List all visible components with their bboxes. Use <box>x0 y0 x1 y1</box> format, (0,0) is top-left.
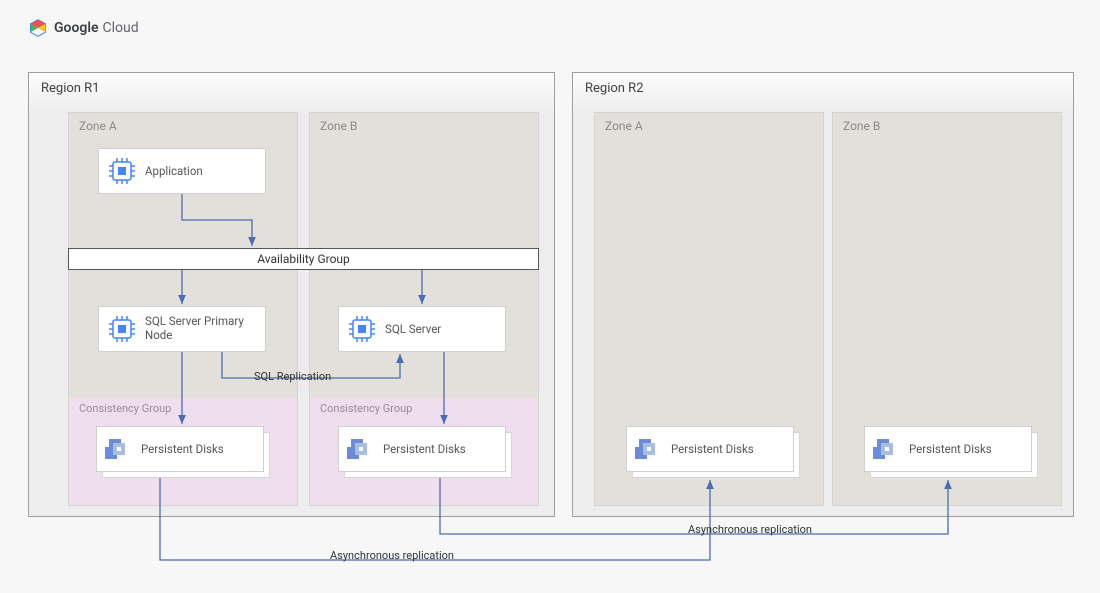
card-pd-r1a-label: Persistent Disks <box>141 442 224 456</box>
gcp-logo: Google Cloud <box>28 18 139 38</box>
card-pd-r2b-label: Persistent Disks <box>909 442 992 456</box>
edge-sql-replication-label: SQL Replication <box>254 370 331 383</box>
gcp-hexagon-icon <box>28 18 48 38</box>
persistent-disk-icon <box>635 435 663 463</box>
region-r2-label: Region R2 <box>585 81 644 96</box>
cpu-icon <box>107 156 137 186</box>
card-pd-r2b: Persistent Disks <box>864 426 1032 472</box>
region-r1-label: Region R1 <box>41 81 100 96</box>
card-pd-r1a: Persistent Disks <box>96 426 264 472</box>
persistent-disk-icon <box>873 435 901 463</box>
persistent-disk-icon <box>105 435 133 463</box>
zone-r1-a-label: Zone A <box>79 119 117 133</box>
brand-light: Cloud <box>103 20 139 36</box>
zone-r2-b-label: Zone B <box>843 119 880 133</box>
availability-group-label: Availability Group <box>257 252 350 266</box>
zone-r1-b-label: Zone B <box>320 119 357 133</box>
brand-bold: Google <box>54 20 99 36</box>
card-sql-primary: SQL Server Primary Node <box>98 306 266 352</box>
consistency-group-r1b-label: Consistency Group <box>320 402 412 415</box>
card-pd-r1b-label: Persistent Disks <box>383 442 466 456</box>
consistency-group-r1a-label: Consistency Group <box>79 402 171 415</box>
card-application-label: Application <box>145 164 203 178</box>
card-application: Application <box>98 148 266 194</box>
cpu-icon <box>347 314 377 344</box>
persistent-disk-icon <box>347 435 375 463</box>
card-sql-primary-label: SQL Server Primary Node <box>145 315 255 343</box>
card-pd-r2a-label: Persistent Disks <box>671 442 754 456</box>
availability-group: Availability Group <box>68 248 539 270</box>
edge-async-2-label: Asynchronous replication <box>688 523 812 536</box>
cpu-icon <box>107 314 137 344</box>
card-pd-r1b: Persistent Disks <box>338 426 506 472</box>
card-pd-r2a: Persistent Disks <box>626 426 794 472</box>
zone-r2-a-label: Zone A <box>605 119 643 133</box>
edge-async-1-label: Asynchronous replication <box>330 549 454 562</box>
card-sql-secondary: SQL Server <box>338 306 506 352</box>
card-sql-secondary-label: SQL Server <box>385 322 441 336</box>
